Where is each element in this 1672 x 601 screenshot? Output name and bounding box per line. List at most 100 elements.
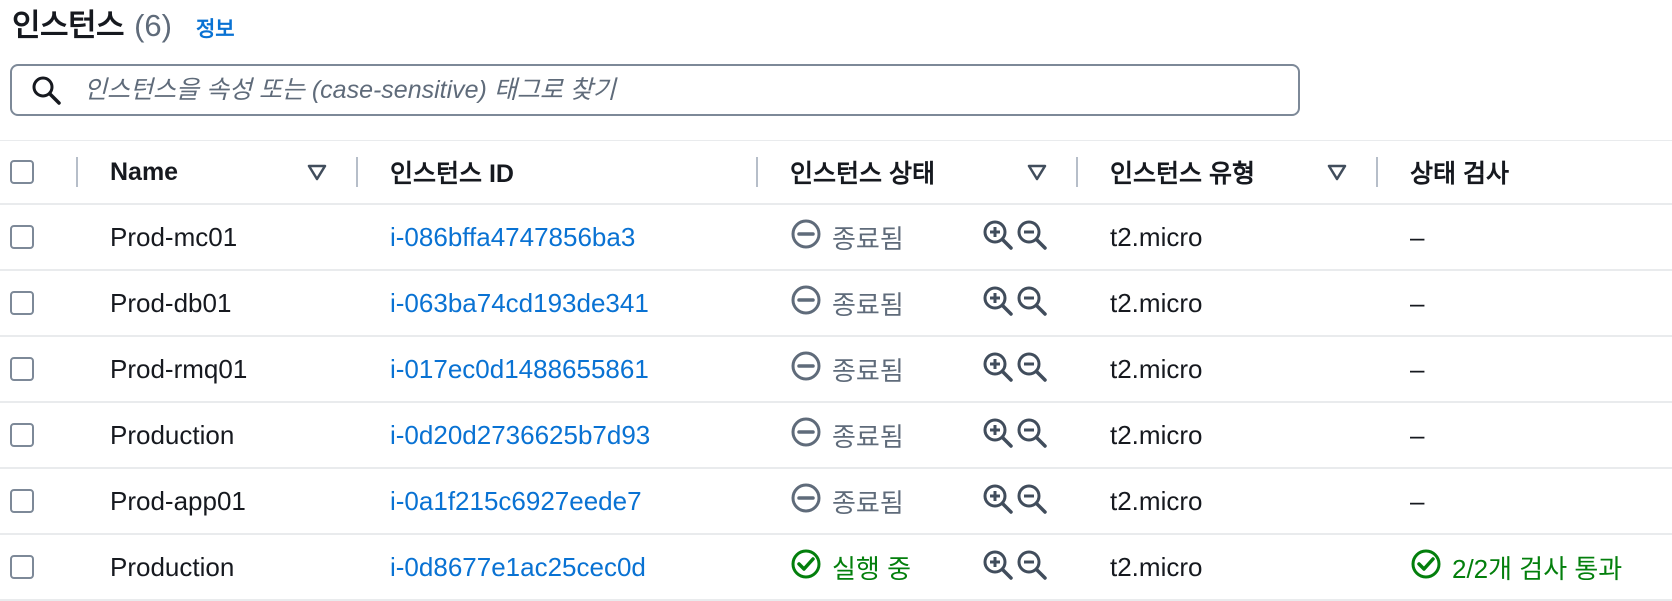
row-select-cell bbox=[10, 469, 34, 533]
row-select-cell bbox=[10, 337, 34, 401]
info-link[interactable]: 정보 bbox=[196, 13, 235, 43]
column-header-instance-state[interactable]: 인스턴스 상태 bbox=[790, 141, 935, 203]
status-check: – bbox=[1410, 419, 1425, 450]
column-divider[interactable] bbox=[76, 157, 78, 187]
status-check: – bbox=[1410, 353, 1425, 384]
sort-icon[interactable] bbox=[1026, 141, 1048, 203]
stopped-status-icon bbox=[790, 218, 822, 257]
zoom-controls bbox=[982, 205, 1048, 269]
status-check: 2/2개 검사 통과 bbox=[1410, 535, 1622, 599]
column-divider[interactable] bbox=[1376, 157, 1378, 187]
instance-id-link[interactable]: i-086bffa4747856ba3 bbox=[390, 205, 635, 269]
zoom-in-icon[interactable] bbox=[982, 219, 1014, 256]
instance-type: t2.micro bbox=[1110, 353, 1203, 384]
instance-type: t2.micro bbox=[1110, 419, 1203, 450]
instance-state: 종료됨 bbox=[790, 469, 904, 533]
zoom-out-icon[interactable] bbox=[1016, 351, 1048, 388]
zoom-in-icon[interactable] bbox=[982, 549, 1014, 586]
sort-icon[interactable] bbox=[1326, 141, 1348, 203]
instance-state-label: 종료됨 bbox=[832, 223, 904, 254]
column-header-instance-id[interactable]: 인스턴스 ID bbox=[390, 141, 514, 203]
instance-type: t2.micro bbox=[1110, 551, 1203, 582]
zoom-out-icon[interactable] bbox=[1016, 417, 1048, 454]
row-checkbox[interactable] bbox=[10, 423, 34, 447]
instance-id-link[interactable]: i-0d8677e1ac25cec0d bbox=[390, 535, 646, 599]
zoom-in-icon[interactable] bbox=[982, 285, 1014, 322]
instance-id-link[interactable]: i-063ba74cd193de341 bbox=[390, 271, 649, 335]
zoom-in-icon[interactable] bbox=[982, 351, 1014, 388]
instance-state: 종료됨 bbox=[790, 271, 904, 335]
table-row[interactable]: Production i-0d8677e1ac25cec0d 실행 중 t2.m… bbox=[0, 535, 1672, 601]
row-select-cell bbox=[10, 271, 34, 335]
column-header-instance-type[interactable]: 인스턴스 유형 bbox=[1110, 141, 1255, 203]
column-divider[interactable] bbox=[356, 157, 358, 187]
instance-type: t2.micro bbox=[1110, 485, 1203, 516]
column-header-status-check[interactable]: 상태 검사 bbox=[1410, 141, 1509, 203]
row-checkbox[interactable] bbox=[10, 225, 34, 249]
instance-type: t2.micro bbox=[1110, 221, 1203, 252]
stopped-status-icon bbox=[790, 416, 822, 455]
status-check-label: 2/2개 검사 통과 bbox=[1452, 553, 1623, 584]
instance-state: 종료됨 bbox=[790, 337, 904, 401]
success-check-icon bbox=[1410, 548, 1442, 587]
instances-table: Name 인스턴스 ID 인스턴스 상태 인스턴스 유형 상태 검사 Prod-… bbox=[0, 140, 1672, 601]
instance-state-label: 종료됨 bbox=[832, 487, 904, 518]
search-icon bbox=[26, 70, 66, 110]
column-header-name[interactable]: Name bbox=[110, 141, 178, 203]
instances-page: 인스턴스 (6) 정보 Name 인스턴스 ID 인스턴스 상태 bbox=[0, 0, 1672, 601]
zoom-in-icon[interactable] bbox=[982, 483, 1014, 520]
table-row[interactable]: Production i-0d20d2736625b7d93 종료됨 t2.mi… bbox=[0, 403, 1672, 469]
instance-name: Prod-rmq01 bbox=[110, 353, 248, 384]
zoom-controls bbox=[982, 535, 1048, 599]
instance-id-link[interactable]: i-017ec0d1488655861 bbox=[390, 337, 649, 401]
instance-state: 종료됨 bbox=[790, 205, 904, 269]
column-divider[interactable] bbox=[756, 157, 758, 187]
table-row[interactable]: Prod-db01 i-063ba74cd193de341 종료됨 t2.mic… bbox=[0, 271, 1672, 337]
row-checkbox[interactable] bbox=[10, 357, 34, 381]
status-check: – bbox=[1410, 287, 1425, 318]
zoom-out-icon[interactable] bbox=[1016, 219, 1048, 256]
search-box[interactable] bbox=[10, 64, 1300, 116]
zoom-out-icon[interactable] bbox=[1016, 285, 1048, 322]
instance-id-link[interactable]: i-0d20d2736625b7d93 bbox=[390, 403, 650, 467]
zoom-controls bbox=[982, 271, 1048, 335]
row-checkbox[interactable] bbox=[10, 555, 34, 579]
table-header: Name 인스턴스 ID 인스턴스 상태 인스턴스 유형 상태 검사 bbox=[0, 141, 1672, 205]
stopped-status-icon bbox=[790, 482, 822, 521]
select-all-cell bbox=[10, 141, 34, 203]
row-select-cell bbox=[10, 535, 34, 599]
zoom-in-icon[interactable] bbox=[982, 417, 1014, 454]
instance-count: (6) bbox=[134, 8, 172, 43]
select-all-checkbox[interactable] bbox=[10, 160, 34, 184]
column-divider[interactable] bbox=[1076, 157, 1078, 187]
zoom-controls bbox=[982, 337, 1048, 401]
instance-state-label: 실행 중 bbox=[832, 553, 911, 584]
stopped-status-icon bbox=[790, 284, 822, 323]
instance-id-link[interactable]: i-0a1f215c6927eede7 bbox=[390, 469, 642, 533]
instance-name: Prod-mc01 bbox=[110, 221, 238, 252]
instance-type: t2.micro bbox=[1110, 287, 1203, 318]
row-select-cell bbox=[10, 403, 34, 467]
instance-state-label: 종료됨 bbox=[832, 289, 904, 320]
instance-name: Prod-db01 bbox=[110, 287, 232, 318]
page-header: 인스턴스 (6) 정보 bbox=[12, 0, 235, 48]
sort-icon[interactable] bbox=[306, 141, 328, 203]
table-row[interactable]: Prod-rmq01 i-017ec0d1488655861 종료됨 t2.mi… bbox=[0, 337, 1672, 403]
row-checkbox[interactable] bbox=[10, 291, 34, 315]
zoom-controls bbox=[982, 403, 1048, 467]
instance-name: Prod-app01 bbox=[110, 485, 246, 516]
instance-name: Production bbox=[110, 551, 235, 582]
table-row[interactable]: Prod-mc01 i-086bffa4747856ba3 종료됨 t2.mic… bbox=[0, 205, 1672, 271]
status-check: – bbox=[1410, 221, 1425, 252]
instance-name: Production bbox=[110, 419, 235, 450]
zoom-out-icon[interactable] bbox=[1016, 483, 1048, 520]
instance-state-label: 종료됨 bbox=[832, 355, 904, 386]
table-row[interactable]: Prod-app01 i-0a1f215c6927eede7 종료됨 t2.mi… bbox=[0, 469, 1672, 535]
row-select-cell bbox=[10, 205, 34, 269]
row-checkbox[interactable] bbox=[10, 489, 34, 513]
zoom-out-icon[interactable] bbox=[1016, 549, 1048, 586]
search-input[interactable] bbox=[82, 69, 1298, 111]
stopped-status-icon bbox=[790, 350, 822, 389]
running-status-icon bbox=[790, 548, 822, 587]
page-title: 인스턴스 bbox=[12, 8, 125, 43]
